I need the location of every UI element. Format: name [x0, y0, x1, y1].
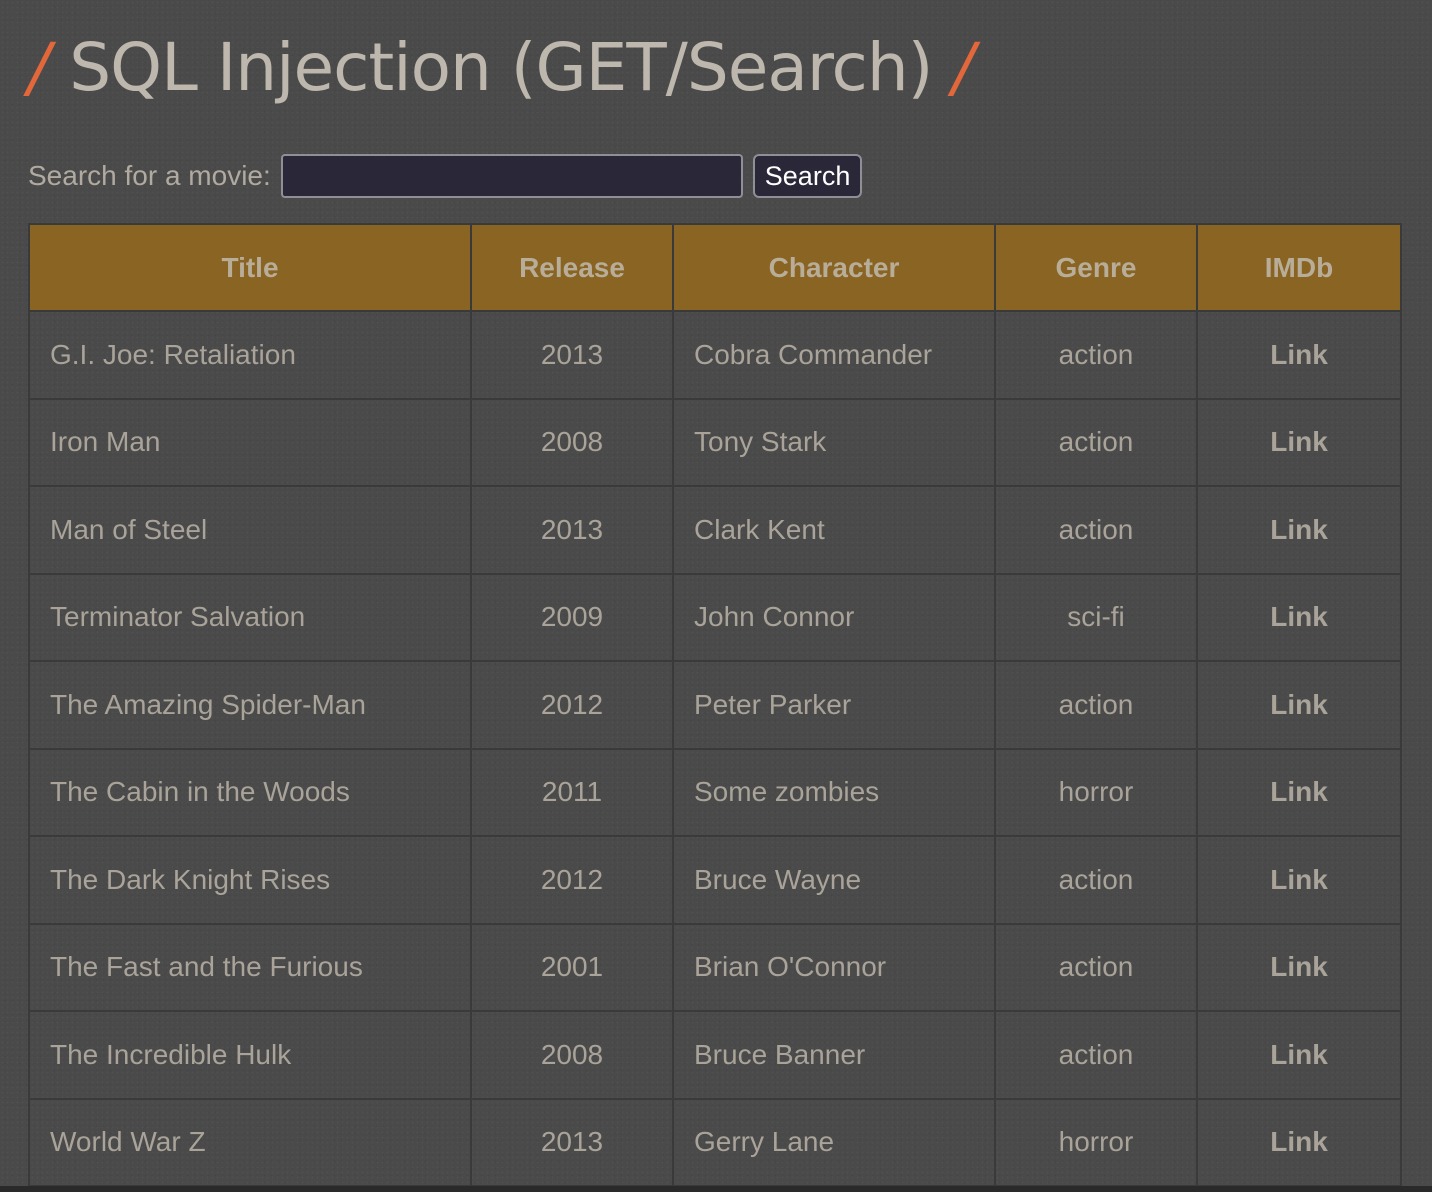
column-header-title: Title: [28, 223, 472, 312]
table-row: Man of Steel 2013 Clark Kent action Link: [28, 485, 1402, 575]
page-title-text: SQL Injection (GET/Search): [69, 29, 933, 106]
cell-imdb: Link: [1196, 485, 1402, 575]
cell-character: Bruce Banner: [672, 1010, 996, 1100]
cell-genre: action: [994, 397, 1198, 487]
cell-genre: action: [994, 660, 1198, 750]
cell-release: 2008: [470, 1010, 674, 1100]
cell-title: The Cabin in the Woods: [28, 747, 472, 837]
cell-release: 2011: [470, 747, 674, 837]
imdb-link[interactable]: Link: [1270, 426, 1328, 457]
cell-release: 2012: [470, 660, 674, 750]
cell-release: 2001: [470, 922, 674, 1012]
cell-character: Gerry Lane: [672, 1097, 996, 1187]
cell-character: Clark Kent: [672, 485, 996, 575]
cell-genre: action: [994, 310, 1198, 400]
cell-genre: horror: [994, 747, 1198, 837]
cell-release: 2008: [470, 397, 674, 487]
imdb-link[interactable]: Link: [1270, 514, 1328, 545]
cell-character: Some zombies: [672, 747, 996, 837]
cell-character: Bruce Wayne: [672, 835, 996, 925]
cell-title: G.I. Joe: Retaliation: [28, 310, 472, 400]
table-row: World War Z 2013 Gerry Lane horror Link: [28, 1097, 1402, 1187]
imdb-link[interactable]: Link: [1270, 1126, 1328, 1157]
cell-title: The Dark Knight Rises: [28, 835, 472, 925]
table-row: The Dark Knight Rises 2012 Bruce Wayne acti…: [28, 835, 1402, 925]
column-header-character: Character: [672, 223, 996, 312]
imdb-link[interactable]: Link: [1270, 951, 1328, 982]
cell-genre: action: [994, 922, 1198, 1012]
cell-title: Terminator Salvation: [28, 572, 472, 662]
cell-imdb: Link: [1196, 1010, 1402, 1100]
cell-imdb: Link: [1196, 310, 1402, 400]
cell-release: 2013: [470, 485, 674, 575]
search-input[interactable]: [280, 154, 743, 198]
cell-title: The Amazing Spider-Man: [28, 660, 472, 750]
title-slash-right: /: [952, 29, 974, 106]
table-row: Terminator Salvation 2009 John Connor sci-f…: [28, 572, 1402, 662]
movies-table: Title Release Character Genre IMDb G.I. …: [28, 223, 1402, 1187]
column-header-imdb: IMDb: [1196, 223, 1402, 312]
table-header-row: Title Release Character Genre IMDb: [28, 223, 1402, 312]
cell-genre: action: [994, 485, 1198, 575]
table-row: Iron Man 2008 Tony Stark action Link: [28, 397, 1402, 487]
cell-release: 2009: [470, 572, 674, 662]
cell-imdb: Link: [1196, 660, 1402, 750]
cell-genre: horror: [994, 1097, 1198, 1187]
search-button[interactable]: Search: [752, 154, 863, 198]
search-form: Search for a movie: Search: [28, 154, 863, 198]
column-header-release: Release: [470, 223, 674, 312]
table-row: The Fast and the Furious 2001 Brian O'Conn…: [28, 922, 1402, 1012]
cell-genre: action: [994, 1010, 1198, 1100]
table-row: The Amazing Spider-Man 2012 Peter Parker ac…: [28, 660, 1402, 750]
column-header-genre: Genre: [994, 223, 1198, 312]
cell-character: Peter Parker: [672, 660, 996, 750]
cell-character: John Connor: [672, 572, 996, 662]
cell-imdb: Link: [1196, 397, 1402, 487]
cell-imdb: Link: [1196, 747, 1402, 837]
cell-release: 2013: [470, 310, 674, 400]
page-title: / SQL Injection (GET/Search) /: [28, 18, 975, 128]
cell-title: The Fast and the Furious: [28, 922, 472, 1012]
cell-title: The Incredible Hulk: [28, 1010, 472, 1100]
cell-character: Brian O'Connor: [672, 922, 996, 1012]
cell-release: 2012: [470, 835, 674, 925]
table-row: G.I. Joe: Retaliation 2013 Cobra Commander…: [28, 310, 1402, 400]
cell-title: Iron Man: [28, 397, 472, 487]
imdb-link[interactable]: Link: [1270, 339, 1328, 370]
table-row: The Cabin in the Woods 2011 Some zombies ho…: [28, 747, 1402, 837]
cell-imdb: Link: [1196, 835, 1402, 925]
imdb-link[interactable]: Link: [1270, 601, 1328, 632]
cell-genre: action: [994, 835, 1198, 925]
cell-release: 2013: [470, 1097, 674, 1187]
table-row: The Incredible Hulk 2008 Bruce Banner actio…: [28, 1010, 1402, 1100]
cell-character: Tony Stark: [672, 397, 996, 487]
bottom-edge-bar: [0, 1186, 1432, 1192]
title-slash-left: /: [28, 29, 50, 106]
imdb-link[interactable]: Link: [1270, 864, 1328, 895]
imdb-link[interactable]: Link: [1270, 1039, 1328, 1070]
cell-imdb: Link: [1196, 1097, 1402, 1187]
search-label: Search for a movie:: [28, 160, 271, 191]
cell-imdb: Link: [1196, 922, 1402, 1012]
imdb-link[interactable]: Link: [1270, 689, 1328, 720]
cell-imdb: Link: [1196, 572, 1402, 662]
cell-title: World War Z: [28, 1097, 472, 1187]
imdb-link[interactable]: Link: [1270, 776, 1328, 807]
cell-title: Man of Steel: [28, 485, 472, 575]
cell-genre: sci-fi: [994, 572, 1198, 662]
cell-character: Cobra Commander: [672, 310, 996, 400]
